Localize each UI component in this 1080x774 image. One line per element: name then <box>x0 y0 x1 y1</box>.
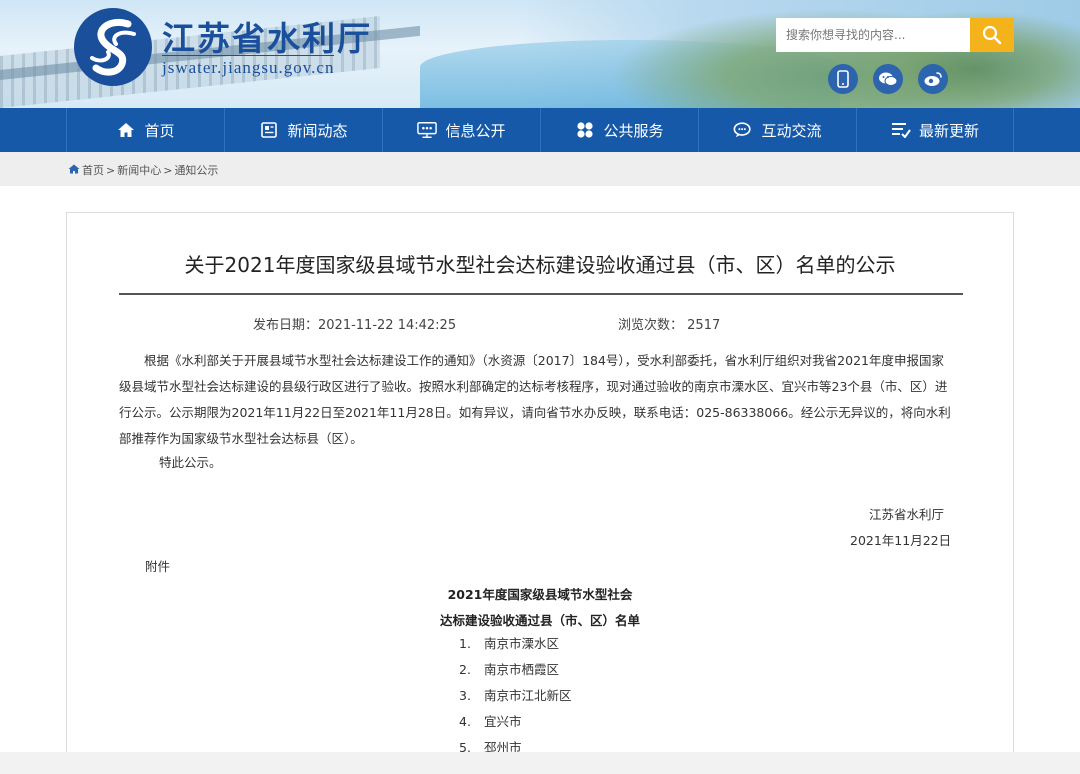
nav-item-home[interactable]: 首页 <box>66 108 224 152</box>
view-count: 浏览次数： 2517 <box>618 314 720 333</box>
nav-item-updates[interactable]: 最新更新 <box>856 108 1014 152</box>
header-banner: 江苏省水利厅 jswater.jiangsu.gov.cn <box>0 0 1080 108</box>
list-item: 4. 宜兴市 <box>459 709 572 735</box>
water-logo-icon <box>76 10 150 84</box>
breadcrumb-separator: > <box>163 163 173 177</box>
article-container: 关于2021年度国家级县域节水型社会达标建设验收通过县（市、区）名单的公示 发布… <box>66 212 1014 772</box>
breadcrumb-separator: > <box>106 163 116 177</box>
site-domain: jswater.jiangsu.gov.cn <box>162 55 335 78</box>
service-icon <box>575 120 595 140</box>
list-item-number: 2. <box>459 662 471 677</box>
publish-label: 发布日期： <box>253 318 319 333</box>
publish-value: 2021-11-22 14:42:25 <box>318 318 457 333</box>
wechat-icon[interactable] <box>873 64 903 94</box>
article-title: 关于2021年度国家级县域节水型社会达标建设验收通过县（市、区）名单的公示 <box>184 253 896 277</box>
views-label: 浏览次数： <box>618 318 684 333</box>
breadcrumb-home[interactable]: 首页 <box>82 162 104 178</box>
signer: 江苏省水利厅 <box>869 507 945 522</box>
closing-text: 特此公示。 <box>159 455 222 470</box>
attachment-label: 附件 <box>145 559 171 574</box>
nav-item-label: 新闻动态 <box>287 121 348 140</box>
nav-item-info[interactable]: 信息公开 <box>382 108 540 152</box>
nav-item-label: 互动交流 <box>761 121 822 140</box>
home-icon <box>116 120 136 140</box>
article-body: 根据《水利部关于开展县域节水型社会达标建设工作的通知》（水资源〔2017〕184… <box>119 353 951 446</box>
search-button[interactable] <box>970 18 1014 52</box>
list-item-name: 南京市溧水区 <box>484 636 560 651</box>
views-value: 2517 <box>687 318 721 333</box>
nav-item-label: 首页 <box>144 121 175 140</box>
news-icon <box>259 120 279 140</box>
weibo-icon[interactable] <box>918 64 948 94</box>
nav-item-service[interactable]: 公共服务 <box>540 108 698 152</box>
list-title-line1: 2021年度国家级县域节水型社会 <box>447 587 633 602</box>
search-input[interactable] <box>776 18 970 52</box>
list-item: 2. 南京市栖霞区 <box>459 657 572 683</box>
list-item: 3. 南京市江北新区 <box>459 683 572 709</box>
home-small-icon <box>68 164 80 177</box>
info-icon <box>417 120 438 140</box>
breadcrumb-notices[interactable]: 通知公示 <box>174 162 218 178</box>
nav-item-label: 公共服务 <box>603 121 664 140</box>
mobile-icon[interactable] <box>828 64 858 94</box>
nav-item-label: 最新更新 <box>918 121 979 140</box>
chat-icon <box>733 120 753 140</box>
site-title: 江苏省水利厅 <box>162 19 372 58</box>
breadcrumb-news-center[interactable]: 新闻中心 <box>117 162 161 178</box>
main-nav: 首页 新闻动态 信息公开 公共服务 互动交流 最新更新 <box>0 108 1080 152</box>
nav-item-label: 信息公开 <box>445 121 506 140</box>
list-item-name: 南京市栖霞区 <box>484 662 560 677</box>
sign-date: 2021年11月22日 <box>850 533 952 548</box>
list-item-number: 3. <box>459 688 471 703</box>
list-item-number: 4. <box>459 714 471 729</box>
site-logo[interactable] <box>74 8 152 86</box>
list-item-name: 宜兴市 <box>484 714 522 729</box>
title-divider <box>119 293 963 295</box>
list-title-line2: 达标建设验收通过县（市、区）名单 <box>439 613 640 628</box>
county-list: 1. 南京市溧水区 2. 南京市栖霞区 3. 南京市江北新区 4. 宜兴市 5. 邳州市 <box>459 631 572 761</box>
page-bottom-strip <box>0 752 1080 774</box>
search-icon <box>982 25 1002 45</box>
breadcrumb-bar: 首页 > 新闻中心 > 通知公示 <box>0 152 1080 186</box>
publish-date: 发布日期：2021-11-22 14:42:25 <box>253 314 456 333</box>
update-icon <box>891 120 911 140</box>
list-item-number: 1. <box>459 636 471 651</box>
search-box <box>776 18 1014 52</box>
list-item-name: 南京市江北新区 <box>484 688 572 703</box>
nav-item-interact[interactable]: 互动交流 <box>698 108 856 152</box>
nav-item-news[interactable]: 新闻动态 <box>224 108 382 152</box>
breadcrumb: 首页 > 新闻中心 > 通知公示 <box>68 162 218 178</box>
list-item: 1. 南京市溧水区 <box>459 631 572 657</box>
